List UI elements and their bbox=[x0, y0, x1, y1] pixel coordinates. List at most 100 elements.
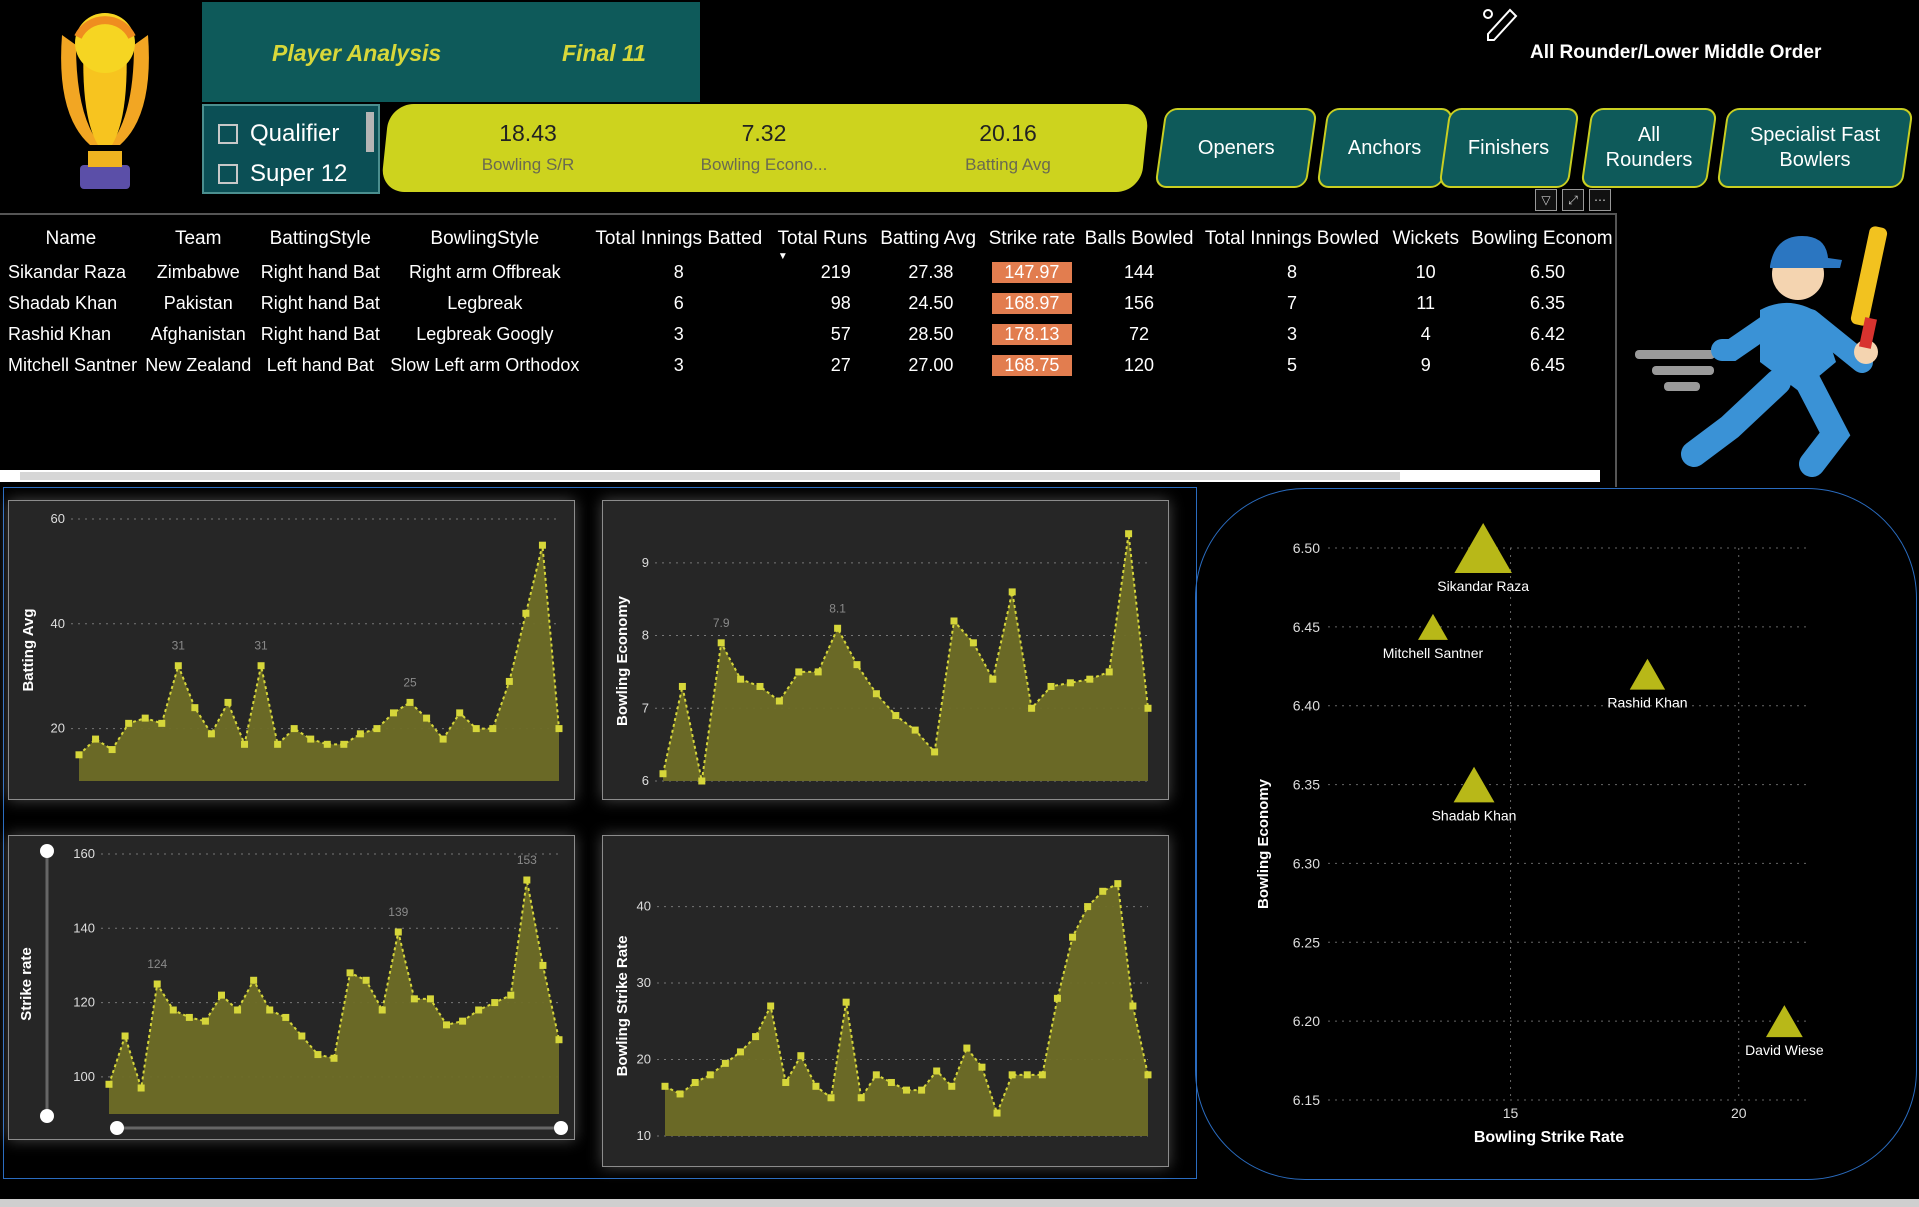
data-point[interactable] bbox=[224, 698, 232, 706]
column-header[interactable]: BattingStyle bbox=[257, 221, 384, 257]
checkbox[interactable] bbox=[218, 124, 238, 144]
data-point[interactable] bbox=[290, 725, 298, 733]
data-point[interactable] bbox=[340, 740, 348, 748]
bowling-economy-chart[interactable]: 6 7 8 9 7.9 8.1 Bowling Economy bbox=[603, 501, 1168, 799]
data-point[interactable] bbox=[903, 1086, 910, 1094]
data-point[interactable] bbox=[993, 1109, 1001, 1117]
data-point[interactable] bbox=[141, 714, 149, 722]
table-row[interactable]: Shadab Khan Pakistan Right hand Bat Legb… bbox=[2, 288, 1615, 319]
data-point[interactable] bbox=[523, 876, 531, 884]
data-point[interactable] bbox=[201, 1017, 209, 1025]
bowling-strike-rate-chart[interactable]: 10 20 30 40 Bowling Strike Rate bbox=[603, 836, 1168, 1166]
column-header[interactable]: Bowling Econom bbox=[1465, 221, 1615, 257]
data-point[interactable] bbox=[698, 777, 706, 785]
data-point[interactable] bbox=[842, 998, 850, 1006]
page-subtitle[interactable]: Final 11 bbox=[562, 40, 646, 67]
data-point[interactable] bbox=[931, 748, 939, 756]
data-point[interactable] bbox=[933, 1067, 941, 1075]
data-point[interactable] bbox=[169, 1006, 177, 1014]
scatter-point[interactable] bbox=[1453, 766, 1495, 803]
data-point[interactable] bbox=[538, 541, 546, 549]
data-point[interactable] bbox=[266, 1006, 274, 1014]
data-point[interactable] bbox=[676, 1090, 684, 1098]
data-point[interactable] bbox=[346, 969, 354, 977]
openers-button[interactable]: Openers bbox=[1154, 108, 1318, 188]
scatter-point[interactable] bbox=[1629, 658, 1666, 690]
data-point[interactable] bbox=[1099, 887, 1107, 895]
data-point[interactable] bbox=[555, 1036, 563, 1044]
data-point[interactable] bbox=[282, 1013, 290, 1021]
data-point[interactable] bbox=[892, 712, 900, 720]
data-point[interactable] bbox=[1144, 1071, 1152, 1079]
bottom-scrollbar[interactable] bbox=[0, 1199, 1919, 1207]
strike-rate-chart[interactable]: 100 120 140 160 124 139 153 Strike rate bbox=[9, 836, 574, 1139]
data-point[interactable] bbox=[423, 714, 431, 722]
data-point[interactable] bbox=[443, 1021, 450, 1029]
data-point[interactable] bbox=[185, 1013, 193, 1021]
data-point[interactable] bbox=[472, 725, 480, 733]
column-header[interactable]: Total Innings Bowled bbox=[1198, 221, 1387, 257]
column-header[interactable]: Strike rate bbox=[983, 221, 1080, 257]
data-point[interactable] bbox=[1023, 1071, 1031, 1079]
data-point[interactable] bbox=[125, 719, 133, 727]
data-point[interactable] bbox=[207, 730, 215, 738]
data-point[interactable] bbox=[756, 682, 764, 690]
column-header[interactable]: Total Innings Batted bbox=[586, 221, 772, 257]
data-point[interactable] bbox=[717, 639, 725, 647]
data-point[interactable] bbox=[969, 639, 977, 647]
table-horizontal-scrollbar[interactable] bbox=[0, 470, 1600, 482]
scatter-point[interactable] bbox=[1418, 613, 1448, 640]
data-point[interactable] bbox=[1144, 704, 1152, 712]
data-point[interactable] bbox=[373, 725, 381, 733]
data-point[interactable] bbox=[1069, 933, 1077, 941]
data-point[interactable] bbox=[105, 1080, 113, 1088]
data-point[interactable] bbox=[456, 709, 464, 717]
data-point[interactable] bbox=[1086, 675, 1094, 683]
data-point[interactable] bbox=[978, 1063, 986, 1071]
data-point[interactable] bbox=[121, 1032, 129, 1040]
data-point[interactable] bbox=[522, 609, 530, 617]
scrollbar-thumb[interactable] bbox=[20, 472, 1400, 480]
data-point[interactable] bbox=[950, 617, 958, 625]
table-row[interactable]: Rashid Khan Afghanistan Right hand Bat L… bbox=[2, 319, 1615, 350]
data-point[interactable] bbox=[853, 661, 861, 669]
data-point[interactable] bbox=[75, 751, 83, 759]
data-point[interactable] bbox=[1038, 1071, 1046, 1079]
data-point[interactable] bbox=[108, 746, 116, 754]
data-point[interactable] bbox=[1114, 880, 1122, 888]
data-point[interactable] bbox=[775, 697, 783, 705]
data-point[interactable] bbox=[491, 999, 499, 1007]
data-point[interactable] bbox=[307, 735, 315, 743]
column-header[interactable]: Balls Bowled bbox=[1080, 221, 1197, 257]
data-point[interactable] bbox=[1066, 679, 1074, 687]
data-point[interactable] bbox=[174, 662, 182, 670]
anchors-button[interactable]: Anchors bbox=[1316, 108, 1454, 188]
slider-handle[interactable] bbox=[110, 1121, 124, 1135]
slider-handle[interactable] bbox=[40, 844, 54, 858]
data-point[interactable] bbox=[257, 662, 265, 670]
more-options-icon[interactable]: ⋯ bbox=[1589, 189, 1611, 211]
data-point[interactable] bbox=[812, 1082, 820, 1090]
column-header[interactable]: Team bbox=[140, 221, 257, 257]
data-point[interactable] bbox=[362, 976, 370, 984]
data-point[interactable] bbox=[736, 1048, 744, 1056]
data-point[interactable] bbox=[250, 976, 258, 984]
data-point[interactable] bbox=[218, 991, 225, 999]
data-point[interactable] bbox=[234, 1006, 242, 1014]
data-point[interactable] bbox=[394, 928, 402, 936]
column-header[interactable]: Batting Avg bbox=[873, 221, 984, 257]
data-point[interactable] bbox=[706, 1071, 714, 1079]
data-point[interactable] bbox=[274, 740, 282, 748]
data-point[interactable] bbox=[505, 677, 513, 685]
slicer-item-super-12[interactable]: Super 12 bbox=[218, 160, 347, 188]
data-point[interactable] bbox=[507, 991, 515, 999]
data-point[interactable] bbox=[872, 1071, 880, 1079]
data-point[interactable] bbox=[827, 1094, 835, 1102]
data-point[interactable] bbox=[1129, 1002, 1137, 1010]
data-point[interactable] bbox=[872, 690, 880, 698]
data-point[interactable] bbox=[737, 675, 745, 683]
column-header[interactable]: Total Runs ▼ bbox=[772, 221, 873, 262]
data-point[interactable] bbox=[314, 1051, 322, 1059]
data-point[interactable] bbox=[767, 1002, 775, 1010]
data-point[interactable] bbox=[918, 1086, 926, 1094]
